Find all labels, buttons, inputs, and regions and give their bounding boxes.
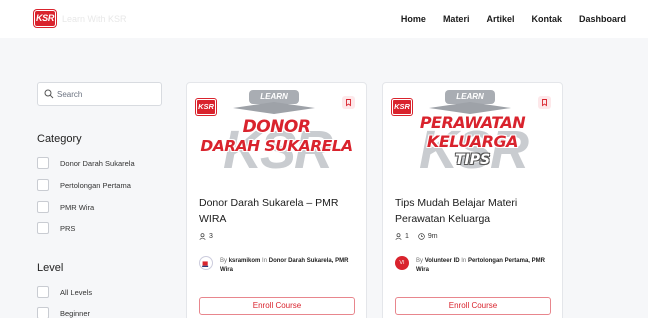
nav-home[interactable]: Home <box>401 14 426 24</box>
search-icon <box>44 89 54 99</box>
course-duration: 9m <box>418 233 438 240</box>
level-heading: Level <box>37 262 64 274</box>
course-thumbnail[interactable]: KSR LEARN PERAWATAN KELUARGA TIPS KSR <box>389 89 556 175</box>
students-value: 3 <box>209 233 213 240</box>
course-title[interactable]: Tips Mudah Belajar Materi Perawatan Kelu… <box>395 195 553 227</box>
author-by-label: By <box>416 258 424 264</box>
clock-icon <box>418 233 425 240</box>
avatar-emblem-icon <box>202 261 209 267</box>
students-count: 1 <box>395 233 409 240</box>
author-info: By ksramikom In Donor Darah Sukarela, PM… <box>220 257 360 275</box>
course-card[interactable]: KSR LEARN DONOR DARAH SUKARELA KSR Donor… <box>186 82 367 318</box>
duration-value: 9m <box>427 233 438 240</box>
checkbox[interactable] <box>37 179 49 191</box>
thumbnail-title-line: DONOR <box>242 117 311 137</box>
checkbox[interactable] <box>37 157 49 169</box>
search-input[interactable] <box>57 87 157 101</box>
filter-label: PMR Wira <box>60 202 95 212</box>
thumbnail-subtitle: TIPS <box>454 152 491 168</box>
course-meta: 1 9m <box>395 233 438 240</box>
enroll-course-button[interactable]: Enroll Course <box>199 297 355 315</box>
author-info: By Volunteer ID In Pertolongan Pertama, … <box>416 257 556 275</box>
thumbnail-title-line: PERAWATAN <box>419 113 526 132</box>
checkbox[interactable] <box>37 307 49 318</box>
enroll-course-button[interactable]: Enroll Course <box>395 297 551 315</box>
main-nav: Home Materi Artikel Kontak Dashboard <box>401 14 626 24</box>
filter-label: Pertolongan Pertama <box>60 180 131 190</box>
bookmark-button[interactable] <box>342 96 355 109</box>
nav-artikel[interactable]: Artikel <box>486 14 514 24</box>
nav-kontak[interactable]: Kontak <box>531 14 562 24</box>
bookmark-icon <box>542 99 547 107</box>
students-value: 1 <box>405 233 409 240</box>
bookmark-icon <box>346 99 351 107</box>
course-title[interactable]: Donor Darah Sukarela – PMR WIRA <box>199 195 357 227</box>
filter-label: Donor Darah Sukarela <box>60 158 135 168</box>
filter-category-pertolongan-pertama[interactable]: Pertolongan Pertama <box>37 179 131 191</box>
course-thumbnail[interactable]: KSR LEARN DONOR DARAH SUKARELA KSR <box>193 89 360 175</box>
author-by-label: By <box>220 258 228 264</box>
course-card[interactable]: KSR LEARN PERAWATAN KELUARGA TIPS KSR Ti… <box>382 82 563 318</box>
filter-category-pmr-wira[interactable]: PMR Wira <box>37 201 94 213</box>
bookmark-button[interactable] <box>538 96 551 109</box>
filter-category-donor-darah[interactable]: Donor Darah Sukarela <box>37 157 135 169</box>
checkbox[interactable] <box>37 222 49 234</box>
filter-label: PRS <box>60 223 76 233</box>
thumbnail-title-line: DARAH SUKARELA <box>200 137 353 155</box>
nav-dashboard[interactable]: Dashboard <box>579 14 626 24</box>
filter-level-beginner[interactable]: Beginner <box>37 307 90 318</box>
thumbnail-title-line: KELUARGA <box>426 132 519 151</box>
filter-label: Beginner <box>60 308 91 318</box>
author-in-label: In <box>461 258 467 264</box>
search-box[interactable] <box>37 82 162 106</box>
checkbox[interactable] <box>37 201 49 213</box>
user-icon <box>199 233 206 240</box>
filter-level-all[interactable]: All Levels <box>37 286 92 298</box>
ksr-badge: KSR <box>392 99 412 115</box>
checkbox[interactable] <box>37 286 49 298</box>
author-link[interactable]: ksramikom <box>229 258 261 264</box>
graduation-cap-icon <box>233 102 315 114</box>
user-icon <box>395 233 402 240</box>
author-in-label: In <box>262 258 268 264</box>
author-link[interactable]: Volunteer ID <box>425 258 460 264</box>
avatar[interactable] <box>199 256 213 270</box>
filter-category-prs[interactable]: PRS <box>37 222 75 234</box>
site-header: KSR Learn With KSR Home Materi Artikel K… <box>0 0 648 38</box>
category-heading: Category <box>37 133 82 145</box>
avatar[interactable]: VI <box>395 256 409 270</box>
ksr-badge: KSR <box>196 99 216 115</box>
nav-materi[interactable]: Materi <box>443 14 470 24</box>
students-count: 3 <box>199 233 213 240</box>
site-name[interactable]: Learn With KSR <box>62 14 127 24</box>
site-logo[interactable]: KSR <box>34 10 56 27</box>
course-meta: 3 <box>199 233 213 240</box>
filter-label: All Levels <box>60 287 93 297</box>
